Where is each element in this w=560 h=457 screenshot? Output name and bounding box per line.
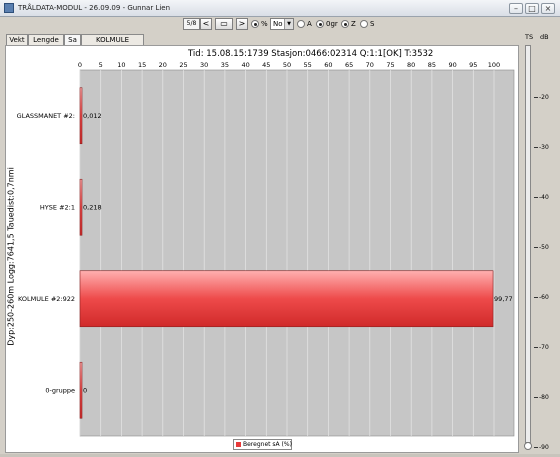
percent-radio-label: % [261,20,268,28]
db-tick [534,447,538,448]
tab-lengde[interactable]: Lengde [28,34,64,45]
app-icon [4,3,14,13]
ts-panel: TS dB -20 -30 -40 -50 -60 -70 -80 -90 [521,32,557,454]
maximize-button[interactable]: □ [525,3,539,14]
db-tick-label: -40 [539,194,549,201]
chevron-right-icon[interactable]: > [236,18,248,30]
ts-slider-track[interactable] [525,45,531,443]
db-tick-label: -60 [539,294,549,301]
s-radio-label: S [370,20,375,28]
z-radio[interactable] [341,20,349,28]
percent-radio[interactable] [251,20,259,28]
legend-label: Beregnet sA (%) [243,441,292,448]
db-tick-label: -90 [539,444,549,451]
db-tick-label: -80 [539,394,549,401]
title-bar: TRÅLDATA-MODUL - 26.09.09 - Gunnar Lien … [0,0,560,17]
toolbar: 5/8 < ▭ > % No ▼ A 0gr Z S [0,17,560,33]
window-title: TRÅLDATA-MODUL - 26.09.09 - Gunnar Lien [18,4,171,12]
db-tick [534,147,538,148]
tab-sa[interactable]: Sa [64,34,81,45]
s-radio[interactable] [360,20,368,28]
db-tick-label: -70 [539,344,549,351]
db-tick [534,397,538,398]
db-tick [534,347,538,348]
db-tick-label: -50 [539,244,549,251]
db-label: dB [540,33,549,41]
legend-swatch [236,442,241,447]
0gr-radio[interactable] [316,20,324,28]
0gr-radio-label: 0gr [326,20,338,28]
minimize-button[interactable]: – [509,3,523,14]
a-radio[interactable] [297,20,305,28]
db-tick [534,197,538,198]
unit-combo-value: No [273,20,283,28]
close-button[interactable]: × [541,3,555,14]
ts-label: TS [525,33,534,41]
db-tick [534,97,538,98]
y-axis-title: Dyp:250-260m Logg:7641,5 Tauedist:0,7nmi [6,167,16,346]
page-counter: 5/8 [183,18,200,30]
db-tick-label: -30 [539,144,549,151]
legend: Beregnet sA (%) [233,439,292,450]
chart-title: Tid: 15.08.15:1739 Stasjon:0466:02314 Q:… [188,49,434,59]
a-radio-label: A [307,20,312,28]
ts-slider-handle[interactable] [524,442,532,450]
db-tick [534,297,538,298]
screen-icon[interactable]: ▭ [215,18,233,30]
tab-vekt[interactable]: Vekt [6,34,28,45]
db-tick [534,247,538,248]
z-radio-label: Z [351,20,356,28]
chart-panel [5,45,519,453]
tab-kolmule[interactable]: KOLMULE #2:922 [81,34,144,54]
chevron-left-icon[interactable]: < [200,18,212,30]
db-tick-label: -20 [539,94,549,101]
unit-combo[interactable]: No ▼ [270,18,294,30]
chevron-down-icon[interactable]: ▼ [284,19,293,29]
